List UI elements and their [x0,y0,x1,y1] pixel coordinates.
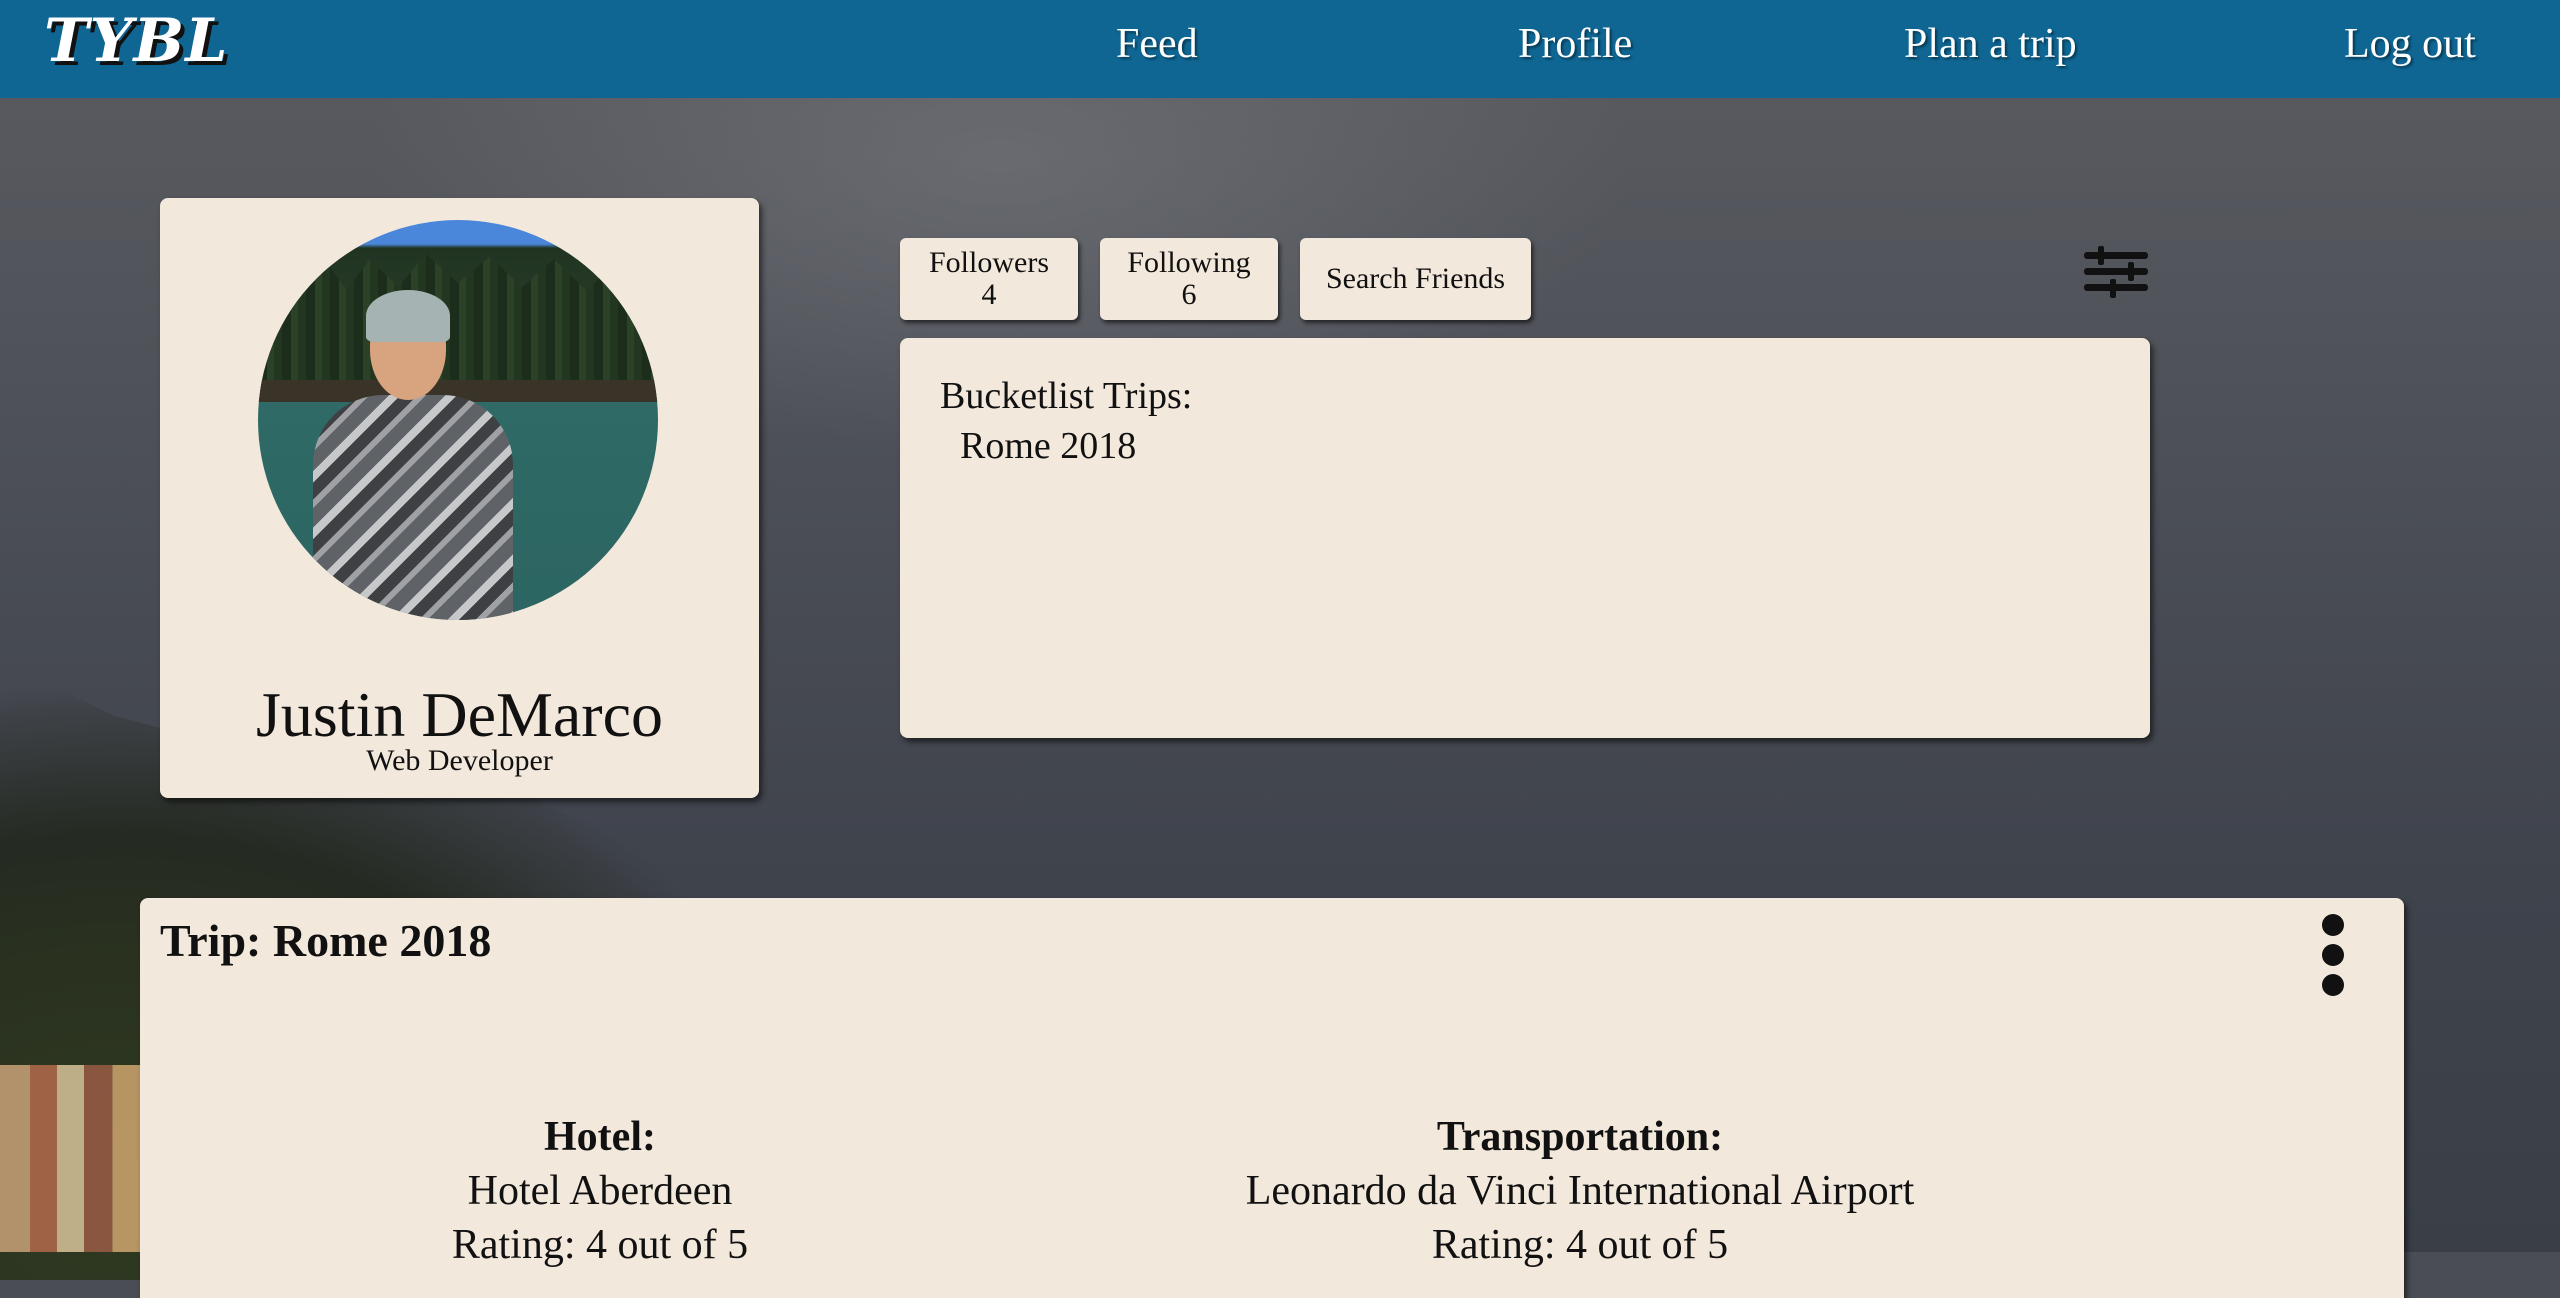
search-friends-button[interactable]: Search Friends [1300,238,1531,320]
bucketlist-card: Bucketlist Trips: Rome 2018 [900,338,2150,738]
bucketlist-item[interactable]: Rome 2018 [960,424,1136,468]
top-navbar: TYBL Feed Profile Plan a trip Log out [0,0,2560,98]
transportation-section: Transportation: Leonardo da Vinci Intern… [1010,1110,2150,1272]
hotel-rating: Rating: 4 out of 5 [451,1222,749,1268]
nav-logout[interactable]: Log out [2344,20,2476,68]
profile-name: Justin DeMarco [255,679,664,750]
trip-title: Trip: Rome 2018 [160,915,492,966]
hotel-name: Hotel Aberdeen [467,1168,733,1214]
nav-plan-trip[interactable]: Plan a trip [1904,20,2077,68]
kebab-menu-icon[interactable] [2318,914,2348,1004]
hotel-section: Hotel: Hotel Aberdeen Rating: 4 out of 5 [440,1110,760,1272]
bucketlist-heading: Bucketlist Trips: [940,375,1193,417]
transportation-heading: Transportation: [1436,1114,1724,1160]
sliders-icon[interactable] [2084,246,2148,298]
profile-job-title: Web Developer [366,744,553,777]
followers-count: 4 [981,278,997,311]
following-button[interactable]: Following 6 [1100,238,1278,320]
nav-feed[interactable]: Feed [1116,20,1198,68]
nav-profile[interactable]: Profile [1518,20,1632,68]
following-count: 6 [1181,278,1197,311]
following-label: Following [1127,246,1251,279]
avatar [258,220,658,620]
followers-button[interactable]: Followers 4 [900,238,1078,320]
app-logo[interactable]: TYBL [44,6,228,76]
transportation-rating: Rating: 4 out of 5 [1431,1222,1729,1268]
transportation-name: Leonardo da Vinci International Airport [1245,1168,1915,1214]
background-houses [0,1065,150,1252]
trip-card: Trip: Rome 2018 Hotel: Hotel Aberdeen Ra… [140,898,2404,1298]
followers-label: Followers [929,246,1049,279]
profile-card: Justin DeMarco Web Developer [160,198,759,798]
hotel-heading: Hotel: [544,1114,656,1160]
search-friends-label: Search Friends [1325,262,1506,295]
